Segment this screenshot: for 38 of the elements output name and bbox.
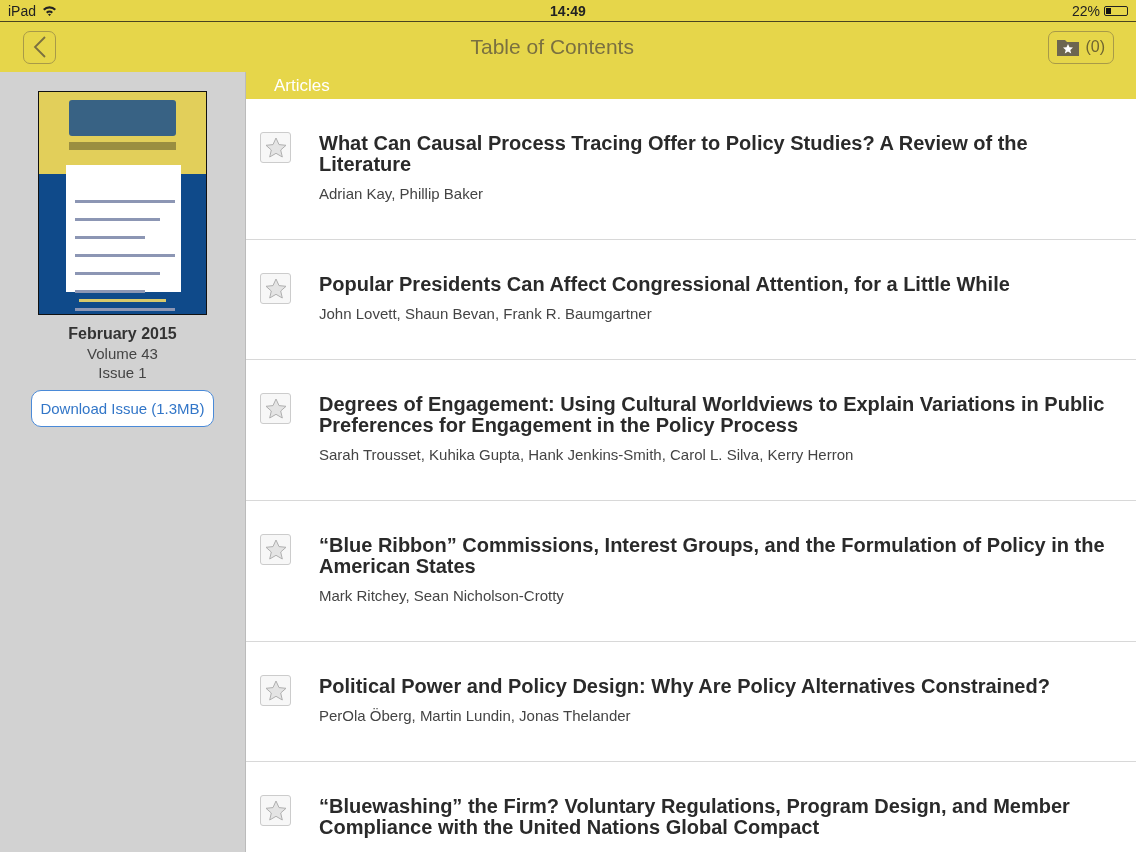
page-title: Table of Contents (469, 35, 635, 59)
folder-star-icon (1057, 38, 1080, 56)
favorite-button[interactable] (260, 132, 291, 163)
download-button[interactable]: Download Issue (1.3MB) (31, 390, 214, 427)
battery-icon (1104, 5, 1128, 16)
back-icon (32, 36, 47, 58)
star-icon (264, 137, 287, 158)
favorite-button[interactable] (260, 273, 291, 304)
battery-percent: 22% (1071, 2, 1100, 19)
issue-date: February 2015 (68, 325, 177, 343)
favorite-button[interactable] (260, 393, 291, 424)
clock: 14:49 (549, 2, 587, 19)
wifi-icon (42, 5, 58, 16)
favorite-button[interactable] (260, 675, 291, 706)
star-icon (264, 800, 287, 821)
article-title[interactable]: Political Power and Policy Design: Why Are Policy Alternatives Constrained? (319, 676, 1106, 697)
article-title[interactable]: “Blue Ribbon” Commissions, Interest Groups, and the Formulation of Policy in the American States (319, 535, 1106, 577)
section-title: Articles (274, 75, 330, 96)
article-title[interactable]: Degrees of Engagement: Using Cultural Worldviews to Explain Variations in Public Preferences for Engagement in the Policy Process (319, 394, 1106, 436)
device-name: iPad (8, 2, 37, 19)
article-authors: John Lovett, Shaun Bevan, Frank R. Baumgartner (319, 305, 653, 322)
volume-label: Volume 43 (87, 345, 158, 362)
article-authors: Sarah Trousset, Kuhika Gupta, Hank Jenkins-Smith, Carol L. Silva, Kerry Herron (319, 446, 855, 463)
favorites-button[interactable]: (0) (1048, 30, 1114, 64)
favorite-button[interactable] (260, 795, 291, 826)
star-icon (264, 539, 287, 560)
issue-label: Issue 1 (98, 364, 147, 381)
star-icon (264, 278, 287, 299)
favorite-button[interactable] (260, 534, 291, 565)
article-title[interactable]: “Bluewashing” the Firm? Voluntary Regulations, Program Design, and Member Compliance with the United Nations Global Compact (319, 796, 1106, 838)
article-authors: Mark Ritchey, Sean Nicholson-Crotty (319, 587, 565, 604)
article-title[interactable]: What Can Causal Process Tracing Offer to Policy Studies? A Review of the Literature (319, 133, 1106, 175)
back-button[interactable] (23, 30, 56, 64)
article-title[interactable]: Popular Presidents Can Affect Congressional Attention, for a Little While (319, 274, 1106, 295)
star-icon (264, 680, 287, 701)
article-authors: PerOla Öberg, Martin Lundin, Jonas Thelander (319, 707, 632, 724)
star-icon (264, 398, 287, 419)
article-authors: Adrian Kay, Phillip Baker (319, 185, 484, 202)
